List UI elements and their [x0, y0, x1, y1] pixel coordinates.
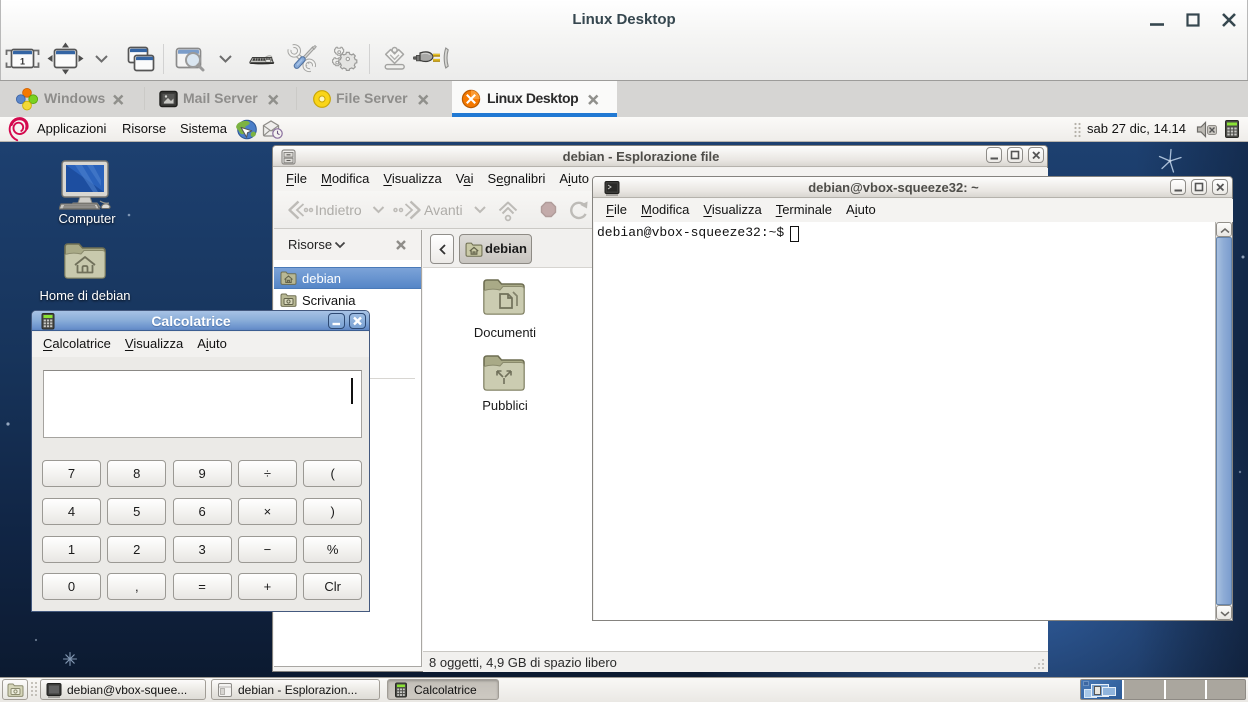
svg-text:Avanti: Avanti: [424, 202, 463, 218]
svg-text:Indietro: Indietro: [315, 202, 362, 218]
svg-text:1: 1: [20, 57, 25, 67]
